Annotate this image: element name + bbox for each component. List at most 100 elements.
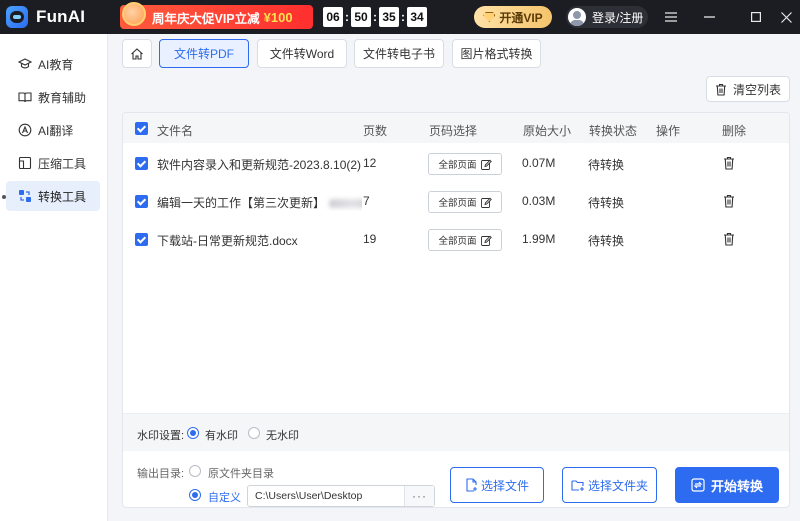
select-file-label: 选择文件	[480, 478, 529, 493]
watermark-on-label[interactable]: 有水印	[205, 427, 238, 443]
maximize-icon	[751, 12, 761, 22]
page-select-label: 全部页面	[438, 236, 477, 247]
page-select-label: 全部页面	[438, 160, 477, 171]
funai-logo-icon	[6, 6, 28, 28]
file-list-panel: 文件名 页数 页码选择 原始大小 转换状态 操作 删除 软件内容录入和更新规范-…	[122, 112, 790, 508]
start-convert-button[interactable]: 开始转换	[675, 467, 779, 503]
clear-list-label: 清空列表	[732, 82, 781, 97]
page-count: 12	[363, 156, 377, 170]
watermark-off-radio[interactable]	[248, 427, 260, 439]
sidebar-item-education-assist[interactable]: 教育辅助	[6, 82, 100, 112]
delete-row-icon[interactable]	[723, 194, 735, 208]
avatar-icon	[568, 8, 586, 26]
delete-row-icon[interactable]	[723, 156, 735, 170]
tab-file-to-ebook[interactable]: 文件转电子书	[354, 39, 444, 68]
sidebar: AI教育 教育辅助 AI翻译 压缩工具 转换工具	[0, 34, 108, 521]
custom-folder-radio[interactable]	[189, 489, 201, 501]
countdown-days: 06	[323, 7, 343, 27]
open-vip-button[interactable]: 开通VIP	[474, 6, 552, 28]
sidebar-item-label: AI翻译	[38, 123, 74, 138]
diamond-icon	[483, 12, 496, 22]
select-all-checkbox[interactable]	[135, 122, 148, 135]
redacted-text	[329, 199, 362, 209]
sidebar-item-label: 教育辅助	[38, 90, 87, 105]
tab-image-format-convert[interactable]: 图片格式转换	[452, 39, 541, 68]
sidebar-item-convert-tools[interactable]: 转换工具	[6, 181, 100, 211]
page-select-button[interactable]: 全部页面	[428, 153, 502, 175]
page-count: 7	[363, 194, 370, 208]
delete-row-icon[interactable]	[723, 232, 735, 246]
custom-folder-label[interactable]: 自定义	[208, 489, 241, 505]
close-button[interactable]	[772, 0, 800, 34]
watermark-off-label[interactable]: 无水印	[266, 427, 299, 443]
promo-banner[interactable]: 周年庆大促VIP立减 ¥100	[120, 2, 313, 29]
original-folder-label[interactable]: 原文件夹目录	[208, 465, 274, 481]
header-action: 操作	[656, 124, 681, 138]
login-label: 登录/注册	[592, 10, 644, 25]
select-folder-label: 选择文件夹	[587, 478, 648, 493]
output-dir-label: 输出目录:	[137, 468, 185, 480]
header-page-select: 页码选择	[429, 124, 478, 138]
file-name: 下载站-日常更新规范.docx	[157, 234, 298, 248]
watermark-on-radio[interactable]	[187, 427, 199, 439]
add-file-icon	[466, 478, 477, 492]
close-icon	[780, 11, 792, 23]
countdown-seconds: 34	[407, 7, 427, 27]
maximize-button[interactable]	[742, 0, 770, 34]
watermark-label: 水印设置:	[137, 430, 185, 442]
page-count: 19	[363, 232, 377, 246]
minimize-icon	[703, 16, 715, 18]
translate-icon	[18, 123, 32, 137]
countdown-minutes: 35	[379, 7, 399, 27]
sidebar-item-ai-translate[interactable]: AI翻译	[6, 115, 100, 145]
sidebar-item-label: 压缩工具	[38, 156, 87, 171]
tab-file-to-word[interactable]: 文件转Word	[257, 39, 347, 68]
add-folder-icon	[571, 479, 584, 491]
browse-button[interactable]: ···	[404, 486, 434, 506]
original-size: 0.07M	[522, 156, 556, 170]
file-name: 编辑一天的工作【第三次更新】...	[157, 194, 362, 211]
row-checkbox[interactable]	[135, 157, 148, 170]
convert-icon	[18, 189, 32, 203]
page-select-button[interactable]: 全部页面	[428, 229, 502, 251]
login-register-button[interactable]: 登录/注册	[566, 6, 648, 28]
trash-icon	[715, 83, 726, 96]
app-logo: FunAI	[6, 6, 85, 28]
select-file-button[interactable]: 选择文件	[450, 467, 544, 503]
app-name: FunAI	[36, 7, 86, 26]
convert-status: 待转换	[588, 158, 625, 172]
original-size: 0.03M	[522, 194, 556, 208]
select-folder-button[interactable]: 选择文件夹	[562, 467, 657, 503]
sidebar-item-ai-education[interactable]: AI教育	[6, 49, 100, 79]
row-checkbox[interactable]	[135, 233, 148, 246]
table-header: 文件名 页数 页码选择 原始大小 转换状态 操作 删除	[123, 113, 789, 143]
mascot-icon	[122, 2, 146, 26]
tab-file-to-pdf[interactable]: 文件转PDF	[159, 39, 249, 68]
minimize-button[interactable]	[695, 0, 723, 34]
clear-list-button[interactable]: 清空列表	[706, 76, 790, 102]
hamburger-menu-icon	[665, 12, 677, 22]
original-folder-radio[interactable]	[189, 465, 201, 477]
sidebar-item-label: AI教育	[38, 57, 74, 72]
table-row: 软件内容录入和更新规范-2023.8.10(2).doc 12 全部页面 0.0…	[123, 145, 789, 183]
home-button[interactable]	[122, 39, 152, 68]
output-path-input[interactable]: C:\Users\User\Desktop ···	[247, 485, 435, 507]
table-row: 编辑一天的工作【第三次更新】... 7 全部页面 0.03M 待转换	[123, 183, 789, 221]
file-name: 软件内容录入和更新规范-2023.8.10(2).doc	[157, 158, 362, 172]
home-icon	[131, 47, 143, 60]
edit-icon	[480, 235, 492, 246]
convert-icon	[691, 478, 705, 492]
header-file-name: 文件名	[157, 124, 194, 138]
compress-icon	[18, 156, 32, 170]
row-checkbox[interactable]	[135, 195, 148, 208]
edit-icon	[480, 159, 492, 170]
title-bar: FunAI 周年庆大促VIP立减 ¥100 06 : 50 : 35 : 34 …	[0, 0, 800, 34]
sidebar-item-compress-tools[interactable]: 压缩工具	[6, 148, 100, 178]
menu-button[interactable]	[657, 0, 685, 34]
watermark-settings: 水印设置: 有水印 无水印	[123, 413, 789, 451]
page-select-button[interactable]: 全部页面	[428, 191, 502, 213]
countdown-hours: 50	[351, 7, 371, 27]
header-original-size: 原始大小	[523, 124, 572, 138]
original-size: 1.99M	[522, 232, 556, 246]
book-icon	[18, 90, 32, 104]
